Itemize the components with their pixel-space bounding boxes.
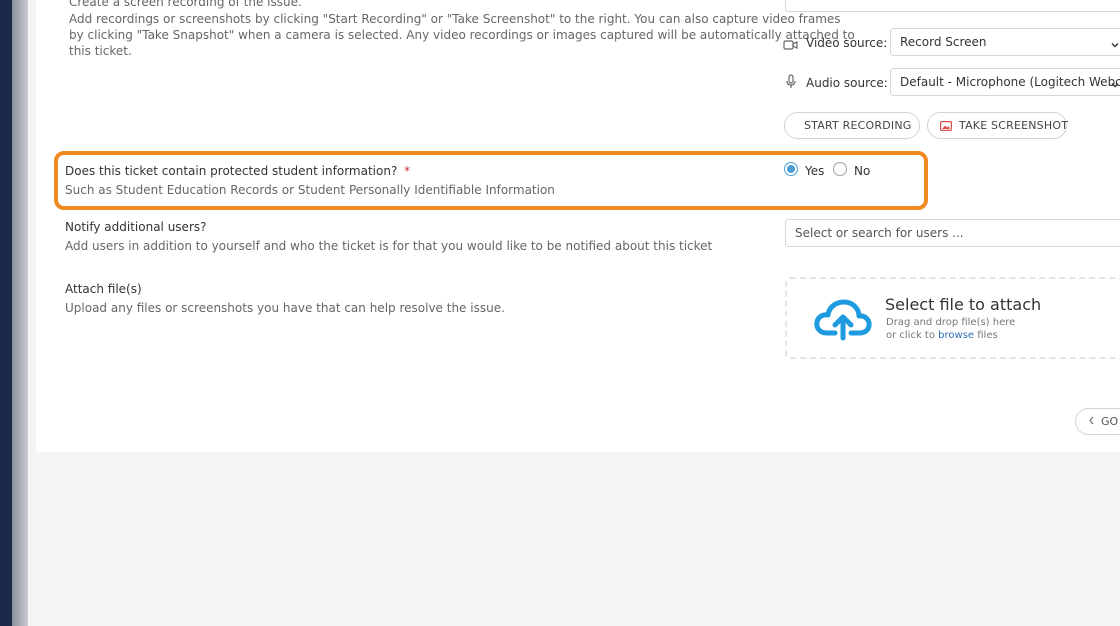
top-cut-select[interactable]	[785, 0, 1120, 12]
chevron-left-icon	[1088, 415, 1095, 428]
nav-shadow	[12, 0, 28, 626]
recording-description-line-1: Add recordings or screenshots by clickin…	[69, 12, 841, 26]
recording-intro: Create a screen recording of the issue.	[69, 0, 302, 9]
notify-hint: Add users in addition to yourself and wh…	[65, 239, 713, 253]
protected-info-question: Does this ticket contain protected stude…	[65, 163, 410, 179]
start-recording-button[interactable]: START RECORDING	[784, 112, 920, 139]
take-screenshot-label: TAKE SCREENSHOT	[959, 119, 1069, 132]
protected-info-question-text: Does this ticket contain protected stude…	[65, 164, 398, 178]
audio-source-label: Audio source:	[806, 76, 888, 90]
take-screenshot-button[interactable]: TAKE SCREENSHOT	[927, 112, 1069, 139]
dropzone-suffix: files	[974, 330, 998, 341]
dropzone-title: Select file to attach	[885, 295, 1042, 314]
notify-label: Notify additional users?	[65, 220, 207, 234]
video-source-select[interactable]: Record Screen	[890, 28, 1120, 56]
app-nav-strip	[0, 0, 12, 626]
video-camera-icon	[783, 36, 798, 50]
dropzone-line-1: Drag and drop file(s) here	[886, 317, 1016, 328]
dropzone-line-2: or click to browse files	[886, 330, 998, 341]
required-asterisk: *	[404, 164, 411, 178]
protected-info-hint: Such as Student Education Records or Stu…	[65, 183, 555, 197]
recording-description-line-3: this ticket.	[69, 44, 132, 58]
video-source-value: Record Screen	[900, 35, 987, 49]
chevron-down-icon	[1111, 78, 1119, 88]
notify-users-placeholder: Select or search for users ...	[795, 226, 964, 240]
audio-source-select[interactable]: Default - Microphone (Logitech Webcam	[890, 68, 1120, 96]
attach-label: Attach file(s)	[65, 282, 142, 296]
radio-yes-label: Yes	[805, 164, 825, 178]
cloud-upload-icon	[813, 297, 873, 341]
notify-users-select[interactable]: Select or search for users ...	[785, 219, 1120, 247]
start-recording-label: START RECORDING	[804, 119, 912, 132]
go-label: GO	[1101, 415, 1119, 428]
image-icon	[940, 120, 953, 131]
protected-info-highlight	[54, 151, 928, 210]
attach-hint: Upload any files or screenshots you have…	[65, 301, 505, 315]
radio-yes[interactable]	[784, 162, 798, 176]
radio-no[interactable]	[833, 162, 847, 176]
go-back-button[interactable]: GO	[1075, 408, 1120, 435]
audio-source-value: Default - Microphone (Logitech Webcam	[900, 75, 1120, 89]
browse-link[interactable]: browse	[938, 330, 974, 341]
dropzone-prefix: or click to	[886, 330, 939, 341]
video-source-label: Video source:	[806, 36, 888, 50]
radio-no-label: No	[854, 164, 871, 178]
microphone-icon	[785, 74, 797, 89]
chevron-down-icon	[1111, 38, 1119, 48]
recording-description-line-2: by clicking "Take Snapshot" when a camer…	[69, 28, 855, 42]
